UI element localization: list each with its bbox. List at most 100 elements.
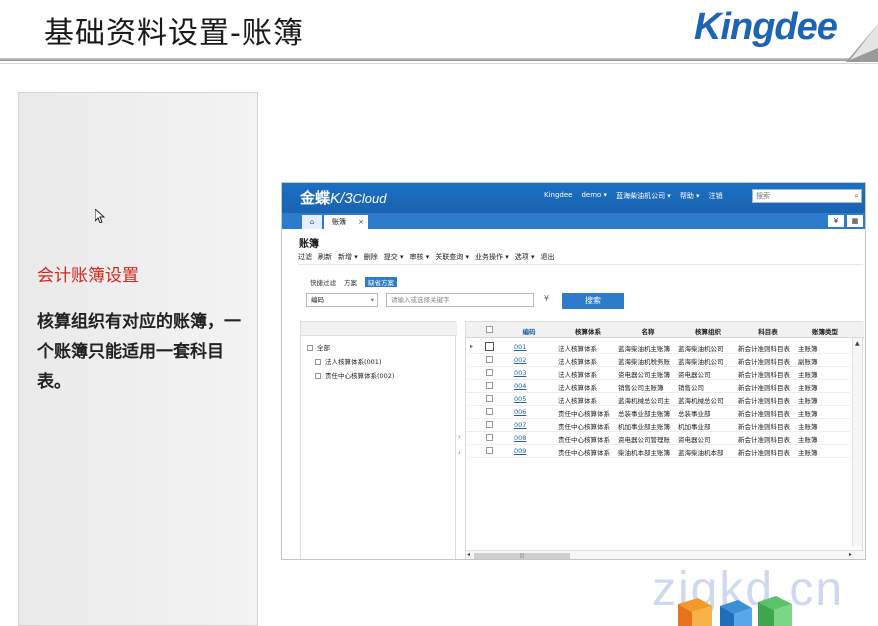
expand-icon[interactable] (315, 359, 321, 365)
top-link-help[interactable]: 帮助 ▾ (680, 191, 700, 201)
table-row (466, 431, 850, 432)
cell-code[interactable]: 005 (514, 395, 550, 403)
select-all-checkbox[interactable] (486, 326, 493, 333)
cell-chart-of-accounts: 新会计准则科目表 (738, 436, 790, 444)
top-link-user[interactable]: Kingdee (544, 191, 572, 201)
toolbar-exit-button[interactable]: 退出 (541, 252, 555, 262)
cell-code[interactable]: 003 (514, 369, 550, 377)
row-checkbox[interactable] (486, 395, 493, 402)
toolbar-new-button[interactable]: 新增 ▾ (338, 252, 358, 262)
side-heading: 会计账簿设置 (37, 266, 139, 286)
column-header-name[interactable]: 名称 (618, 326, 678, 336)
toolbar-submit-button[interactable]: 提交 ▾ (384, 252, 404, 262)
close-icon[interactable]: × (358, 215, 364, 229)
global-search-input[interactable]: 搜索 ⌕ (752, 189, 862, 203)
column-header-system[interactable]: 核算体系 (558, 326, 618, 336)
row-checkbox[interactable] (486, 382, 493, 389)
kingdee-logo: Kingdee (694, 6, 838, 48)
filter-field-select[interactable]: 编码 ▾ (306, 293, 378, 307)
grid-header: 编码 核算体系 名称 核算组织 科目表 账簿类型 (466, 322, 864, 338)
scroll-left-icon[interactable]: ◂ (467, 551, 470, 558)
tab-home[interactable]: ⌂ (302, 215, 322, 229)
slide-title: 基础资料设置-账簿 (44, 16, 304, 51)
row-checkbox[interactable] (486, 447, 493, 454)
brand-k3: K/3 (330, 190, 353, 207)
column-header-chart-of-accounts[interactable]: 科目表 (738, 326, 798, 336)
cell-ledger-type: 副账簿 (798, 358, 818, 366)
side-description: 核算组织有对应的账簿，一个账簿只能适用一套科目表。 (37, 312, 241, 392)
scroll-right-icon[interactable]: ▸ (849, 551, 852, 558)
cell-org: 销售公司 (678, 384, 704, 392)
column-header-org[interactable]: 核算组织 (678, 326, 738, 336)
search-icon[interactable]: ⌕ (855, 190, 859, 202)
cell-org: 总装事业部 (678, 410, 711, 418)
row-checkbox[interactable] (486, 369, 493, 376)
cell-code[interactable]: 007 (514, 421, 550, 429)
cell-code[interactable]: 006 (514, 408, 550, 416)
cell-name: 资电器公司主账簿 (618, 371, 670, 379)
cell-chart-of-accounts: 新会计准则科目表 (738, 449, 790, 457)
toolbar-delete-button[interactable]: 删除 (364, 252, 378, 262)
cell-name: 蓝海柴油机主账簿 (618, 345, 670, 353)
cell-code[interactable]: 002 (514, 356, 550, 364)
table-row (466, 405, 850, 406)
cell-code[interactable]: 008 (514, 434, 550, 442)
top-link-logout[interactable]: 注销 (709, 191, 723, 201)
collapse-icon[interactable]: ¥ (828, 215, 844, 227)
tree-node-responsibility[interactable]: 责任中心核算体系(002) (315, 370, 394, 380)
brand-main: 金蝶 (300, 189, 331, 207)
row-checkbox[interactable] (486, 421, 493, 428)
horizontal-scroll-thumb[interactable]: ||| (474, 553, 570, 559)
filter-tab-default[interactable]: 缺省方案 (365, 277, 397, 287)
cell-chart-of-accounts: 新会计准则科目表 (738, 345, 790, 353)
horizontal-scrollbar[interactable]: ◂ ||| ▸ (466, 550, 864, 559)
header-divider-thin (0, 63, 878, 64)
toolbar-related-query-button[interactable]: 关联查询 ▾ (435, 252, 469, 262)
vertical-scrollbar[interactable]: ▲ (852, 338, 862, 546)
toolbar-filter-button[interactable]: 过滤 (298, 252, 312, 262)
top-link-company[interactable]: 蓝海柴油机公司 ▾ (616, 191, 671, 201)
cell-chart-of-accounts: 新会计准则科目表 (738, 358, 790, 366)
cell-code[interactable]: 001 (514, 343, 550, 351)
cell-chart-of-accounts: 新会计准则科目表 (738, 384, 790, 392)
k3-cloud-window: 金蝶K/3Cloud Kingdee demo ▾ 蓝海柴油机公司 ▾ 帮助 ▾… (281, 182, 866, 560)
column-header-code[interactable]: 编码 (514, 326, 544, 336)
tree-node-legal[interactable]: 法人核算体系(001) (315, 356, 381, 366)
top-link-account[interactable]: demo ▾ (581, 191, 607, 201)
header-divider (0, 58, 878, 61)
filter-tab-scheme[interactable]: 方案 (344, 277, 357, 287)
tree-node-all[interactable]: 全部 (307, 342, 330, 352)
cell-name: 总装事业部主账簿 (618, 410, 670, 418)
filter-tab-quick[interactable]: 快捷过滤 (310, 277, 336, 287)
row-checkbox[interactable] (486, 434, 493, 441)
cell-name: 蓝海机械总公司主 (618, 397, 670, 405)
row-checkbox[interactable] (485, 342, 494, 351)
tree-node-label: 责任中心核算体系(002) (325, 372, 395, 380)
cell-name: 资电器公司管理账 (618, 436, 670, 444)
search-button[interactable]: 搜索 (562, 293, 624, 309)
filter-keyword-input[interactable]: 请输入或选择关键字 (386, 293, 534, 307)
toolbar-divider (298, 264, 863, 265)
expand-filter-icon[interactable]: ¥ (544, 294, 549, 303)
row-checkbox[interactable] (486, 408, 493, 415)
tree-node-label: 全部 (317, 344, 330, 352)
row-checkbox[interactable] (486, 356, 493, 363)
table-row (466, 457, 850, 458)
toolbar-refresh-button[interactable]: 刷新 (318, 252, 332, 262)
column-header-ledger-type[interactable]: 账簿类型 (798, 326, 852, 336)
splitter-handle-icon[interactable]: › ‹ (458, 433, 461, 457)
toolbar-business-ops-button[interactable]: 业务操作 ▾ (475, 252, 509, 262)
cell-code[interactable]: 009 (514, 447, 550, 455)
collapse-icon[interactable] (307, 345, 313, 351)
expand-icon[interactable] (315, 373, 321, 379)
table-row (466, 353, 850, 354)
table-row (466, 418, 850, 419)
cell-code[interactable]: 004 (514, 382, 550, 390)
table-row (466, 392, 850, 393)
toolbar-options-button[interactable]: 选项 ▾ (515, 252, 535, 262)
tab-ledger[interactable]: 账簿 × (324, 215, 368, 229)
toolbar-audit-button[interactable]: 审核 ▾ (410, 252, 430, 262)
cell-ledger-type: 主账簿 (798, 397, 818, 405)
grid-icon[interactable]: ▦ (847, 215, 863, 227)
scroll-up-icon[interactable]: ▲ (855, 340, 860, 347)
